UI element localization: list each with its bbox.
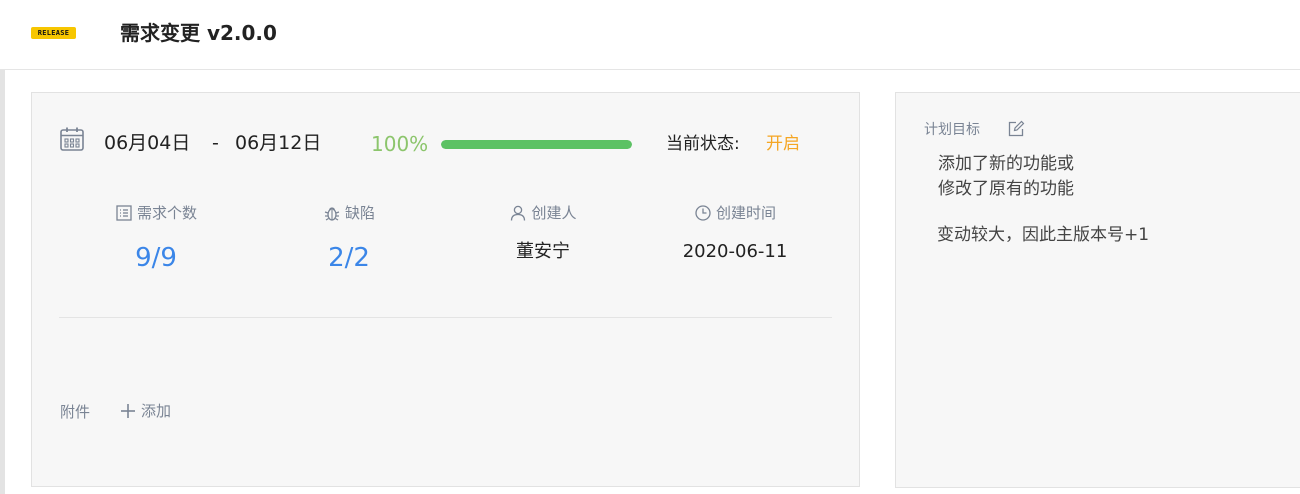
card-divider [59,317,832,318]
plan-goal-label: 计划目标 [924,122,980,138]
plan-goal-line-3: 变动较大，因此主版本号+1 [937,225,1150,245]
stat-creator: 创建人 董安宁 [443,200,643,267]
stat-requirements: 需求个数 9/9 [56,200,256,273]
attachments-label: 附件 [60,403,91,421]
list-icon [116,205,132,221]
bug-icon [324,207,340,221]
clock-icon [695,205,711,221]
user-icon [511,205,526,221]
date-separator: - [212,132,219,154]
plan-goal-line-2: 修改了原有的功能 [938,179,1074,199]
stat-label-creator: 创建人 [531,204,577,222]
progress-bar [441,140,632,149]
add-attachment-button[interactable]: 添加 [119,399,171,423]
status-label: 当前状态: [666,134,740,154]
start-date: 06月04日 [104,132,191,154]
stat-created-time: 创建时间 2020-06-11 [635,200,835,267]
stat-label-created-time: 创建时间 [715,204,776,222]
stat-label-defects: 缺陷 [344,204,375,222]
status-value: 开启 [766,134,800,154]
end-date: 06月12日 [235,132,322,154]
stat-value-requirements[interactable]: 9/9 [56,243,256,273]
progress-bar-fill [441,140,632,149]
page-title: 需求变更 v2.0.0 [120,21,277,45]
plan-goal-line-1: 添加了新的功能或 [938,154,1074,174]
stat-value-defects[interactable]: 2/2 [249,243,449,273]
release-badge: RELEASE [31,27,76,39]
calendar-icon [60,127,84,151]
edit-icon[interactable] [1007,120,1025,138]
progress-percent: 100% [371,132,429,156]
stat-defects: 缺陷 2/2 [249,200,449,273]
page-header: RELEASE 需求变更 v2.0.0 [0,0,1300,70]
stat-value-creator: 董安宁 [516,241,570,262]
add-attachment-label: 添加 [141,402,172,420]
stat-label-requirements: 需求个数 [136,204,197,222]
plus-icon [121,404,135,418]
stat-value-created-time: 2020-06-11 [682,241,788,262]
